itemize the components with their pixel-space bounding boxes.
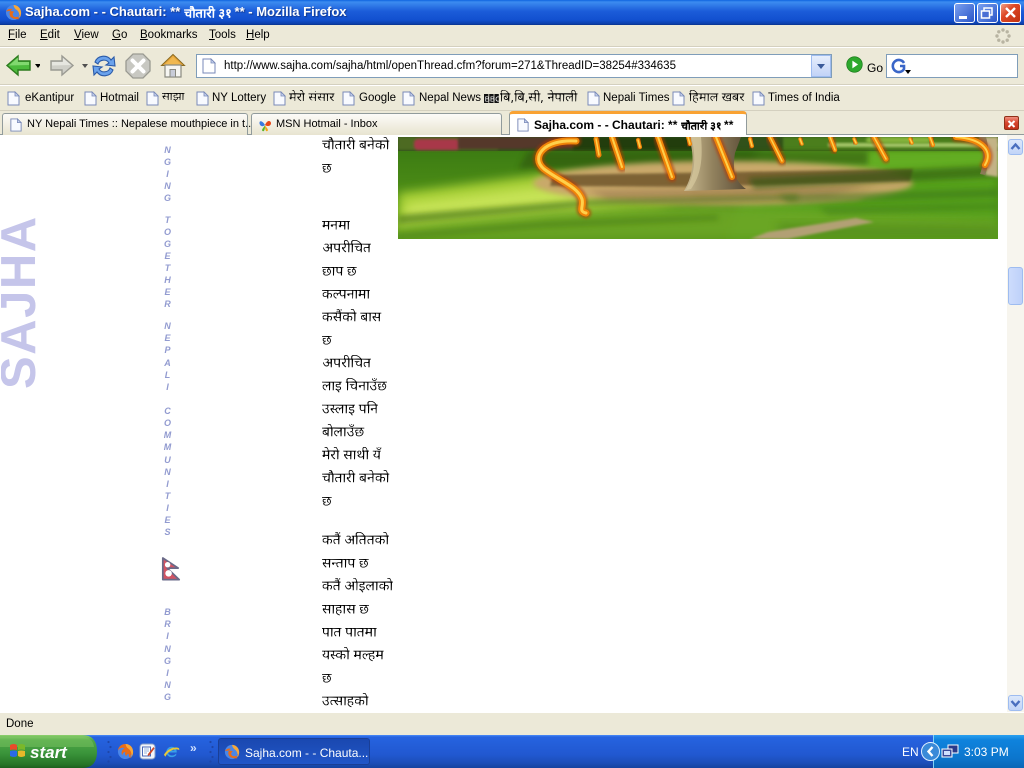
- svg-text:SAJHA: SAJHA: [1, 215, 39, 389]
- svg-text:start: start: [30, 743, 68, 762]
- svg-text:C: C: [495, 94, 499, 103]
